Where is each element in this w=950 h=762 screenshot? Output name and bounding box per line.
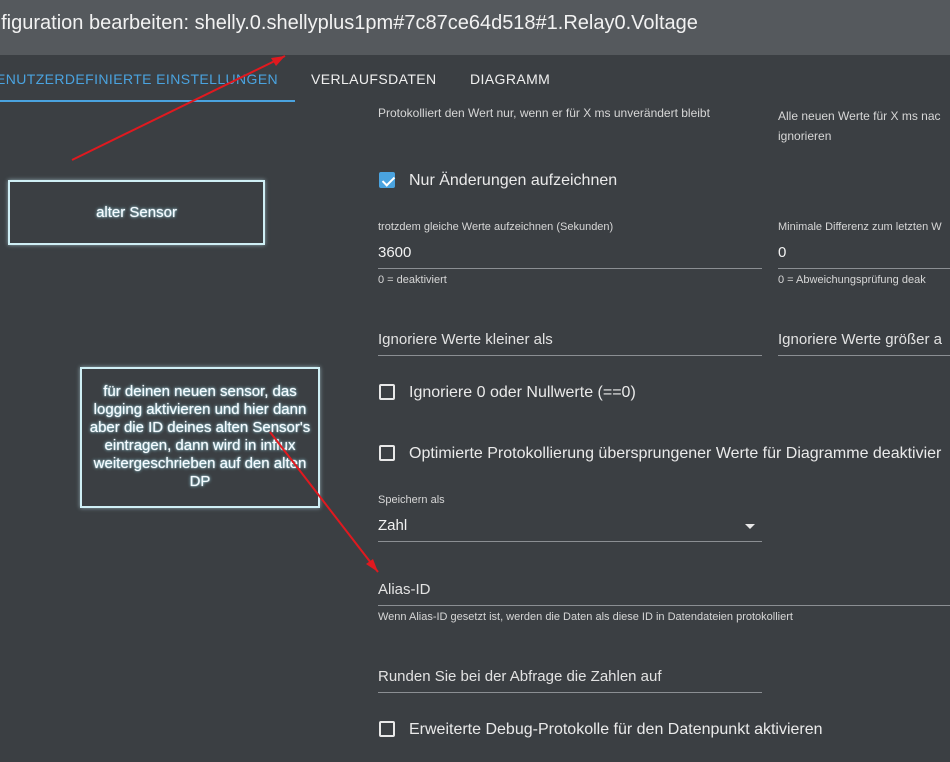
arrow-to-title (71, 55, 286, 161)
arrow-to-alias (269, 431, 379, 573)
arrow-head-title (271, 56, 285, 66)
annotation-arrows (71, 55, 379, 573)
arrow-head-alias (366, 559, 378, 572)
